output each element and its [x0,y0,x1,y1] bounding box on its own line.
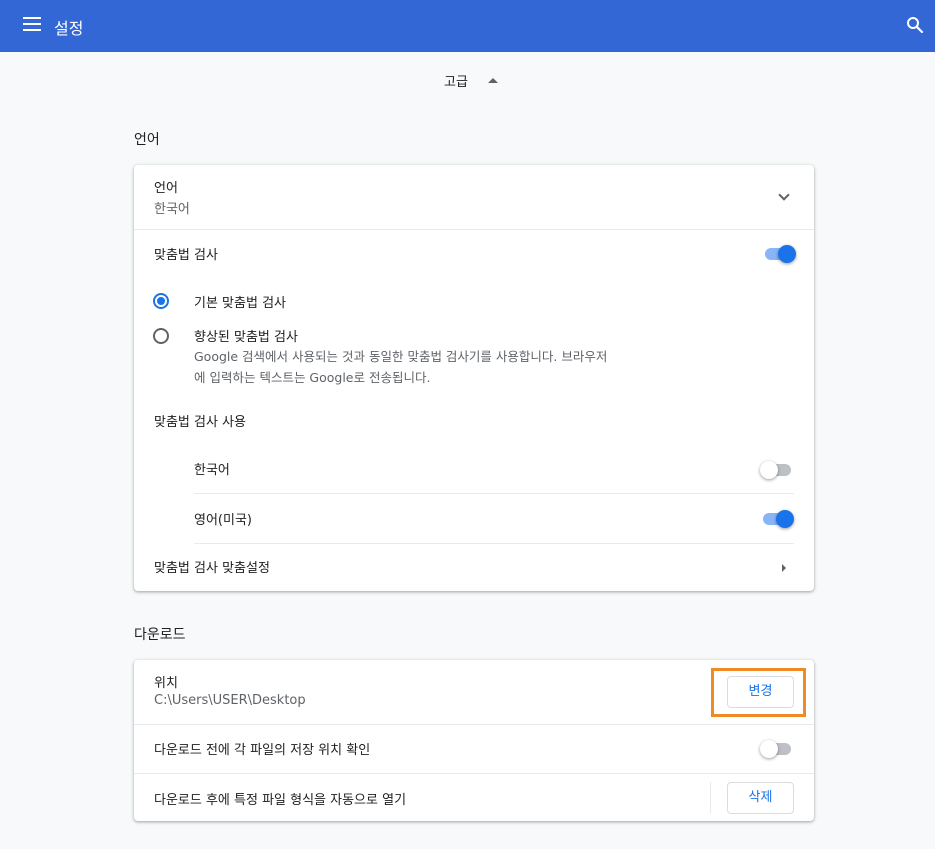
spellcheck-label: 맞춤법 검사 [154,248,218,263]
download-location-label: 위치 [154,676,178,691]
divider [134,229,814,230]
spellcheck-language-korean: 한국어 [194,463,230,478]
divider [134,724,814,725]
top-app-bar: 설정 [0,0,935,52]
change-location-button[interactable]: 변경 [727,676,794,708]
language-card: 언어 한국어 맞춤법 검사 기본 맞춤법 검사 향상된 맞춤법 검사 Googl… [134,165,814,591]
hamburger-menu-icon[interactable] [23,17,41,31]
language-row-value: 한국어 [154,202,190,217]
section-title-language: 언어 [134,132,160,148]
downloads-card: 위치 C:\Users\USER\Desktop 변경 다운로드 전에 각 파일… [134,660,814,821]
chevron-down-icon[interactable] [778,189,790,201]
spellcheck-customize-label[interactable]: 맞춤법 검사 맞춤설정 [154,557,270,576]
download-location-path: C:\Users\USER\Desktop [154,693,306,708]
caret-up-icon [487,78,498,83]
ask-location-label: 다운로드 전에 각 파일의 저장 위치 확인 [154,743,371,758]
spellcheck-language-english: 영어(미국) [194,513,252,528]
enhanced-spellcheck-label: 향상된 맞춤법 검사 [194,330,298,345]
vertical-separator [710,782,711,814]
auto-open-label: 다운로드 후에 특정 파일 형식을 자동으로 열기 [154,793,407,808]
enhanced-spellcheck-description-2: 에 입력하는 텍스트는 Google로 전송됩니다. [194,370,431,385]
search-icon[interactable] [906,16,924,34]
enhanced-spellcheck-description-1: Google 검색에서 사용되는 것과 동일한 맞춤법 검사기를 사용합니다. … [194,349,608,364]
use-spellcheck-for-label: 맞춤법 검사 사용 [154,415,246,430]
ask-location-toggle[interactable] [760,739,794,759]
advanced-label: 고급 [444,75,468,90]
divider [194,493,794,494]
enhanced-spellcheck-radio[interactable] [153,328,169,344]
divider [194,543,794,544]
advanced-toggle[interactable]: 고급 [444,71,498,90]
basic-spellcheck-label: 기본 맞춤법 검사 [194,296,286,311]
spellcheck-toggle[interactable] [762,244,796,264]
korean-spellcheck-toggle[interactable] [760,460,794,480]
section-title-downloads: 다운로드 [134,627,186,643]
page-title: 설정 [54,19,84,38]
arrow-right-icon[interactable] [782,564,786,572]
basic-spellcheck-radio[interactable] [153,293,169,309]
english-spellcheck-toggle[interactable] [760,509,794,529]
clear-auto-open-button[interactable]: 삭제 [727,782,794,814]
language-row-label: 언어 [154,181,178,196]
divider [134,773,814,774]
